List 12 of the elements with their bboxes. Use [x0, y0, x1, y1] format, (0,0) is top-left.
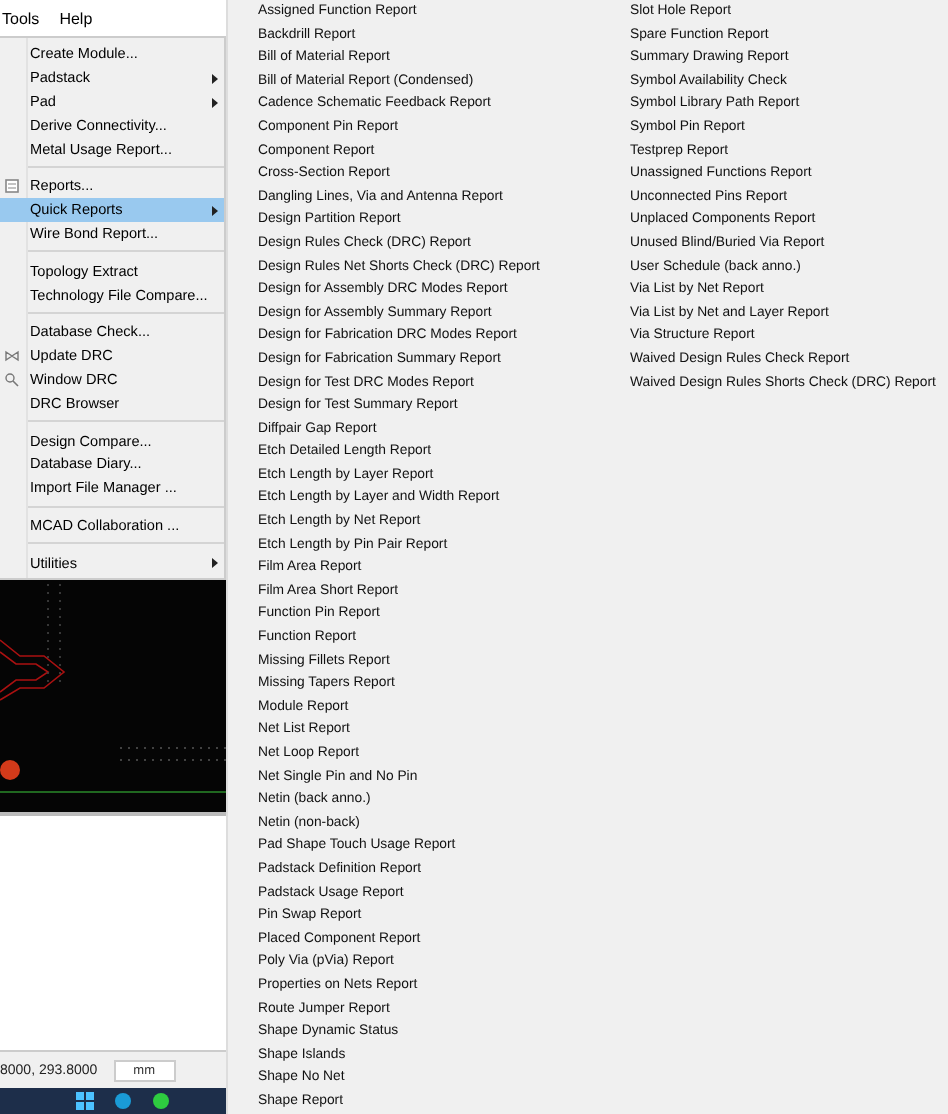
report-icon [4, 177, 20, 194]
drc-icon [4, 347, 20, 364]
windows-icon[interactable] [76, 1092, 94, 1110]
submenu-arrow-icon [212, 558, 218, 569]
chat-icon[interactable] [152, 1092, 170, 1110]
menu-bar-item[interactable]: Tools [2, 9, 40, 27]
submenu-arrow-icon [212, 73, 218, 84]
menu-bar-item[interactable]: Help [59, 9, 93, 27]
submenu-arrow-icon [212, 97, 218, 108]
browser-icon[interactable] [114, 1092, 132, 1110]
submenu-arrow-icon [212, 205, 218, 216]
magnifier-icon [4, 371, 20, 388]
